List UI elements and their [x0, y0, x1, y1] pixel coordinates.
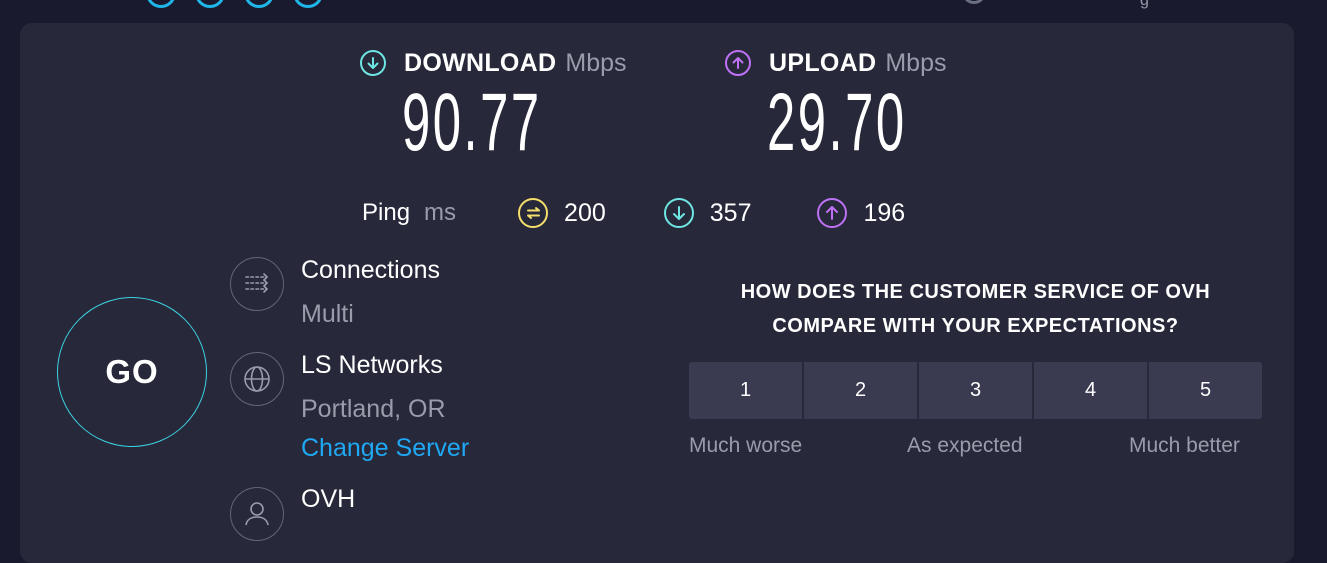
- top-navigation: g: [0, 0, 1327, 22]
- ping-download-value: 357: [709, 198, 752, 227]
- arrow-up-circle-icon: [817, 198, 848, 228]
- survey-question-line-2: COMPARE WITH YOUR EXPECTATIONS?: [772, 315, 1179, 337]
- nav-circle-icon[interactable]: [195, 0, 225, 8]
- rating-button-5[interactable]: 5: [1149, 362, 1262, 419]
- ping-idle: 200: [518, 198, 606, 228]
- download-label: DOWNLOAD: [404, 48, 557, 77]
- arrow-up-circle-icon: [725, 50, 751, 76]
- server-name: LS Networks: [301, 351, 443, 379]
- rating-button-2[interactable]: 2: [804, 362, 919, 419]
- rating-button-4[interactable]: 4: [1034, 362, 1149, 419]
- account-icon[interactable]: [962, 0, 986, 4]
- upload-metric: UPLOAD Mbps: [725, 46, 947, 80]
- arrow-down-circle-icon: [663, 198, 694, 228]
- idle-latency-icon: [518, 198, 549, 228]
- upload-unit: Mbps: [885, 48, 947, 77]
- change-server-link[interactable]: Change Server: [301, 434, 469, 463]
- upload-label: UPLOAD: [769, 48, 877, 77]
- ping-row: Ping ms 200 357 196: [362, 196, 905, 230]
- globe-icon[interactable]: [230, 352, 284, 406]
- ping-label: Ping: [362, 199, 411, 226]
- download-metric: DOWNLOAD Mbps: [360, 46, 627, 80]
- upload-value: 29.70: [767, 77, 907, 168]
- rating-button-1[interactable]: 1: [689, 362, 804, 419]
- connections-value: Multi: [301, 300, 354, 328]
- rating-button-3[interactable]: 3: [919, 362, 1034, 419]
- nav-circle-icon[interactable]: [293, 0, 323, 8]
- survey-question-line-1: HOW DOES THE CUSTOMER SERVICE OF OVH: [740, 281, 1211, 303]
- rating-scale: 1 2 3 4 5: [689, 362, 1262, 419]
- arrow-down-circle-icon: [360, 50, 386, 76]
- nav-circle-icon[interactable]: [146, 0, 176, 8]
- survey-question: HOW DOES THE CUSTOMER SERVICE OF OVH COM…: [689, 275, 1262, 343]
- connections-title: Connections: [301, 256, 440, 284]
- server-location: Portland, OR: [301, 395, 446, 423]
- connections-icon[interactable]: [230, 257, 284, 311]
- ping-unit: ms: [424, 199, 457, 226]
- scale-low-label: Much worse: [689, 434, 803, 457]
- scale-high-label: Much better: [1129, 434, 1240, 457]
- ping-upload: 196: [817, 198, 905, 228]
- ping-download: 357: [663, 198, 752, 228]
- ping-idle-value: 200: [564, 198, 606, 227]
- provider-name: OVH: [301, 485, 356, 513]
- download-unit: Mbps: [565, 48, 627, 77]
- ping-upload-value: 196: [863, 198, 906, 227]
- go-button[interactable]: GO: [57, 297, 207, 447]
- download-value: 90.77: [402, 77, 542, 168]
- nav-text-fragment: g: [1140, 0, 1149, 9]
- scale-mid-label: As expected: [907, 434, 1023, 457]
- nav-circle-icon[interactable]: [244, 0, 274, 8]
- person-icon: [230, 487, 284, 541]
